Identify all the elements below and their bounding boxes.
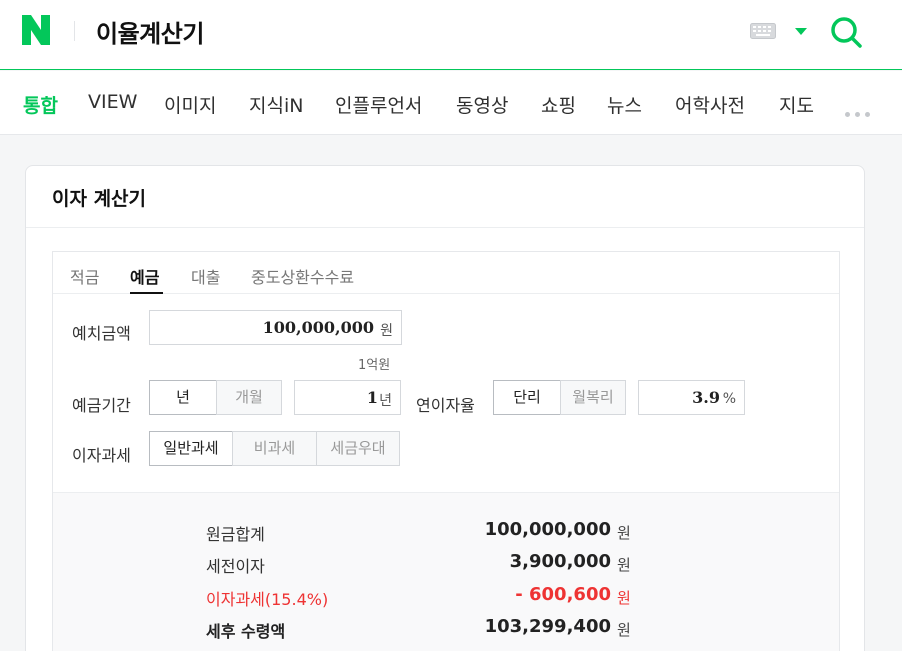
deposit-amount-unit: 원 xyxy=(380,323,393,339)
search-tabs: 통합 VIEW 이미지 지식iN 인플루언서 동영상 쇼핑 뉴스 어학사전 지도 xyxy=(0,71,902,135)
subtab-deposit[interactable]: 예금 xyxy=(130,264,159,288)
divider xyxy=(26,227,864,228)
deposit-period-unit: 년 xyxy=(379,393,392,409)
result-principal-unit: 원 xyxy=(617,524,631,542)
deposit-period-input[interactable]: 1 년 xyxy=(294,380,401,415)
result-net-amount-label: 세후 수령액 xyxy=(206,622,286,641)
result-tax-unit: 원 xyxy=(617,589,631,607)
tab-knowledge-in[interactable]: 지식iN xyxy=(249,91,303,118)
tab-integrated[interactable]: 통합 xyxy=(23,91,58,118)
deposit-period-label: 예금기간 xyxy=(72,396,131,415)
tab-view[interactable]: VIEW xyxy=(88,91,137,113)
rate-monthly-compound-option[interactable]: 월복리 xyxy=(560,380,626,415)
naver-logo-icon[interactable] xyxy=(22,15,50,45)
calculator-tabs: 적금 예금 대출 중도상환수수료 xyxy=(53,252,839,294)
interest-rate-label: 연이자율 xyxy=(416,396,475,415)
interest-rate-unit: % xyxy=(722,391,736,407)
deposit-period-value: 1 xyxy=(366,388,378,407)
search-icon[interactable] xyxy=(829,15,863,49)
chevron-down-icon[interactable] xyxy=(795,28,807,35)
tax-free-option[interactable]: 비과세 xyxy=(232,431,317,466)
subtab-prepayment-fee[interactable]: 중도상환수수료 xyxy=(251,264,354,288)
interest-calculator-card: 이자 계산기 적금 예금 대출 중도상환수수료 예치금액 100,000,000… xyxy=(25,165,865,651)
search-query[interactable]: 이율계산기 xyxy=(96,14,204,49)
tab-shopping[interactable]: 쇼핑 xyxy=(541,91,576,118)
tax-preferential-option[interactable]: 세금우대 xyxy=(316,431,400,466)
subtab-loan[interactable]: 대출 xyxy=(191,264,220,288)
result-net-amount-value: 103,299,400 xyxy=(484,616,611,637)
interest-rate-input[interactable]: 3.9 % xyxy=(638,380,745,415)
deposit-amount-label: 예치금액 xyxy=(72,324,131,343)
tab-dictionary[interactable]: 어학사전 xyxy=(675,91,745,118)
result-panel: 원금합계 100,000,000 원 세전이자 3,900,000 원 이자과세… xyxy=(53,492,839,651)
tax-general-option[interactable]: 일반과세 xyxy=(149,431,233,466)
result-principal-label: 원금합계 xyxy=(206,525,265,544)
tab-influencer[interactable]: 인플루언서 xyxy=(335,91,422,118)
interest-rate-value: 3.9 xyxy=(692,388,720,407)
card-title: 이자 계산기 xyxy=(52,188,147,210)
result-tax-label: 이자과세(15.4%) xyxy=(206,590,329,609)
result-pretax-interest-value: 3,900,000 xyxy=(509,551,611,572)
calculator-panel: 적금 예금 대출 중도상환수수료 예치금액 100,000,000 원 1억원 … xyxy=(52,251,840,651)
subtab-savings[interactable]: 적금 xyxy=(70,264,99,288)
deposit-amount-input[interactable]: 100,000,000 원 xyxy=(149,310,402,345)
result-net-amount-unit: 원 xyxy=(617,621,631,639)
result-principal-value: 100,000,000 xyxy=(484,519,611,540)
search-header: 이율계산기 xyxy=(0,0,902,70)
tab-video[interactable]: 동영상 xyxy=(456,91,508,118)
tab-map[interactable]: 지도 xyxy=(779,91,814,118)
tab-news[interactable]: 뉴스 xyxy=(607,91,642,118)
keyboard-icon[interactable] xyxy=(750,23,776,39)
rate-simple-option[interactable]: 단리 xyxy=(493,380,561,415)
period-month-option[interactable]: 개월 xyxy=(216,380,282,415)
result-tax-value: - 600,600 xyxy=(515,584,611,605)
result-pretax-interest-unit: 원 xyxy=(617,556,631,574)
period-year-option[interactable]: 년 xyxy=(149,380,217,415)
more-tabs-icon[interactable] xyxy=(845,102,877,117)
deposit-amount-value: 100,000,000 xyxy=(262,318,374,337)
tab-images[interactable]: 이미지 xyxy=(164,91,216,118)
logo-divider xyxy=(74,21,75,41)
interest-tax-label: 이자과세 xyxy=(72,446,131,465)
deposit-amount-hint: 1억원 xyxy=(358,358,391,373)
result-pretax-interest-label: 세전이자 xyxy=(206,557,265,576)
active-subtab-indicator xyxy=(130,292,163,294)
